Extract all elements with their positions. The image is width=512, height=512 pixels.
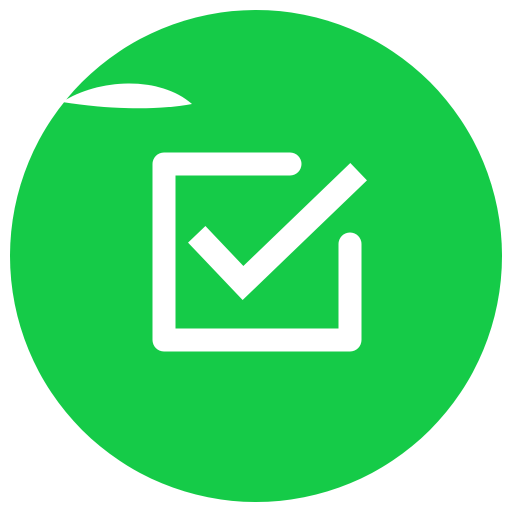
app-icon <box>0 0 512 512</box>
app-icon-svg <box>10 10 502 502</box>
